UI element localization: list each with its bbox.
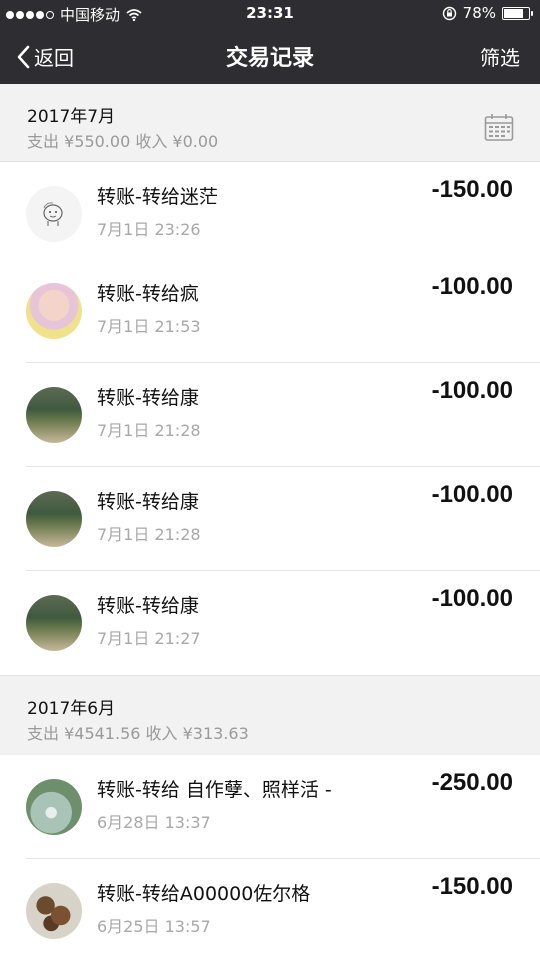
transaction-date: 6月25日 13:57: [97, 917, 211, 936]
transaction-amount: -100.00: [431, 377, 513, 404]
transaction-amount: -100.00: [431, 273, 513, 300]
month-summary: 支出 ¥550.00 收入 ¥0.00: [27, 132, 219, 151]
filter-button[interactable]: 筛选: [480, 42, 520, 71]
avatar: [26, 387, 82, 443]
avatar: [26, 779, 82, 835]
transaction-row[interactable]: 转账-转给康 7月1日 21:28 -100.00: [0, 363, 540, 467]
transaction-date: 7月1日 21:28: [97, 525, 201, 544]
transaction-row[interactable]: 转账-转给康 7月1日 21:27 -100.00: [0, 571, 540, 675]
orientation-lock-icon: [442, 6, 456, 20]
transaction-date: 7月1日 21:27: [97, 629, 201, 648]
transaction-title: 转账-转给康: [97, 595, 199, 617]
transaction-date: 6月28日 13:37: [97, 813, 211, 832]
transaction-row[interactable]: 转账-转给 自作孽、照样活 - 6月28日 13:37 -250.00: [0, 755, 540, 859]
battery-icon: [502, 6, 533, 20]
transaction-amount: -100.00: [431, 481, 513, 508]
status-right: 78%: [442, 4, 533, 22]
transaction-title: 转账-转给康: [97, 387, 199, 409]
month-label: 2017年6月: [27, 699, 116, 719]
navigation-bar: 返回 交易记录 筛选: [0, 28, 540, 84]
transaction-title: 转账-转给康: [97, 491, 199, 513]
transaction-date: 7月1日 21:53: [97, 317, 201, 336]
transaction-title: 转账-转给迷茫: [97, 186, 218, 208]
transaction-date: 7月1日 21:28: [97, 421, 201, 440]
transaction-row[interactable]: 转账-转给疯 7月1日 21:53 -100.00: [0, 259, 540, 363]
transaction-title: 转账-转给 自作孽、照样活 -: [97, 779, 332, 801]
transaction-date: 7月1日 23:26: [97, 220, 201, 239]
transaction-row[interactable]: 转账-转给康 7月1日 21:28 -100.00: [0, 467, 540, 571]
month-label: 2017年7月: [27, 107, 116, 127]
transaction-amount: -250.00: [431, 769, 513, 796]
avatar: [26, 595, 82, 651]
status-bar: 中国移动 23:31 78%: [0, 0, 540, 28]
avatar: [26, 186, 82, 242]
month-summary: 支出 ¥4541.56 收入 ¥313.63: [27, 724, 249, 743]
battery-level: [504, 8, 523, 18]
sketch-avatar-image: [43, 202, 63, 226]
month-section-header: 2017年7月 支出 ¥550.00 收入 ¥0.00: [0, 84, 540, 162]
page-title: 交易记录: [225, 46, 314, 71]
transaction-amount: -100.00: [431, 585, 513, 612]
transaction-row[interactable]: 转账-转给迷茫 7月1日 23:26 -150.00: [0, 162, 540, 266]
transaction-amount: -150.00: [431, 176, 513, 203]
avatar: [26, 283, 82, 339]
transaction-title: 转账-转给A00000佐尔格: [97, 883, 311, 905]
transaction-title: 转账-转给疯: [97, 283, 199, 305]
avatar: [26, 883, 82, 939]
calendar-icon[interactable]: [484, 112, 514, 142]
transaction-row[interactable]: 转账-转给A00000佐尔格 6月25日 13:57 -150.00: [0, 859, 540, 963]
battery-percent: 78%: [462, 4, 496, 22]
month-section-header: 2017年6月 支出 ¥4541.56 收入 ¥313.63: [0, 675, 540, 756]
transaction-amount: -150.00: [431, 873, 513, 900]
avatar: [26, 491, 82, 547]
